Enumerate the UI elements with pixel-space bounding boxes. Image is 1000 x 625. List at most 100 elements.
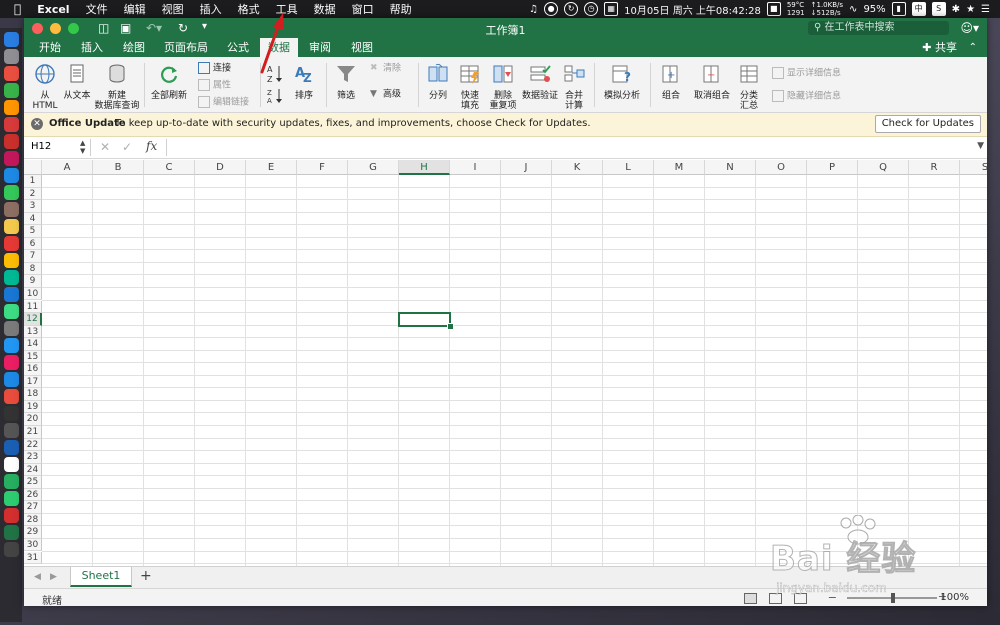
- bluetooth-icon[interactable]: ✱: [952, 4, 960, 15]
- share-button[interactable]: ✚ 共享: [922, 38, 957, 57]
- dock-app-icon[interactable]: [3, 525, 19, 540]
- check-for-updates-button[interactable]: Check for Updates: [874, 115, 981, 133]
- row-header[interactable]: 31: [24, 551, 42, 565]
- network-stats[interactable]: ↑1.0KB/s ↓512B/s: [811, 1, 843, 17]
- row-header[interactable]: 30: [24, 538, 42, 552]
- smiley-feedback-icon[interactable]: ☺▾: [960, 21, 979, 35]
- cancel-entry-icon[interactable]: ✕: [100, 140, 110, 154]
- dock-app-icon[interactable]: [3, 287, 19, 302]
- subtotal-button[interactable]: 分类 汇总: [736, 63, 762, 111]
- sort-button[interactable]: AZ 排序: [290, 63, 318, 101]
- column-header[interactable]: K: [552, 160, 603, 175]
- row-header[interactable]: 12: [24, 313, 42, 326]
- row-header[interactable]: 18: [24, 388, 42, 401]
- dock-app-icon[interactable]: [3, 389, 19, 404]
- ungroup-button[interactable]: − 取消组合: [692, 63, 732, 101]
- row-header[interactable]: 22: [24, 438, 42, 452]
- menu-edit[interactable]: 编辑: [116, 1, 154, 17]
- name-box-stepper-icon[interactable]: ▲ ▼: [80, 139, 85, 155]
- column-header[interactable]: G: [348, 160, 399, 175]
- menu-format[interactable]: 格式: [230, 1, 268, 17]
- row-header[interactable]: 15: [24, 350, 42, 364]
- column-header[interactable]: B: [93, 160, 144, 175]
- stats-icon[interactable]: ■: [766, 2, 781, 16]
- row-header[interactable]: 19: [24, 400, 42, 414]
- sheet-tab[interactable]: Sheet1: [70, 567, 132, 587]
- row-header[interactable]: 23: [24, 451, 42, 464]
- menu-window[interactable]: 窗口: [344, 1, 382, 17]
- sougou-icon[interactable]: S: [931, 2, 946, 16]
- normal-view-icon[interactable]: [744, 593, 757, 604]
- dock-app-icon[interactable]: [3, 253, 19, 268]
- dock-app-icon[interactable]: [3, 491, 19, 506]
- remove-duplicates-button[interactable]: 删除 重复项: [488, 63, 518, 111]
- dock-app-icon[interactable]: [3, 423, 19, 438]
- tab-draw[interactable]: 绘图: [116, 38, 152, 57]
- row-header[interactable]: 24: [24, 463, 42, 477]
- row-header[interactable]: 4: [24, 212, 42, 226]
- tab-review[interactable]: 审阅: [302, 38, 338, 57]
- tab-formulas[interactable]: 公式: [220, 38, 256, 57]
- menu-help[interactable]: 帮助: [382, 1, 420, 17]
- hide-detail-button[interactable]: 隐藏详细信息: [772, 90, 841, 103]
- column-header[interactable]: Q: [858, 160, 909, 175]
- row-header[interactable]: 8: [24, 262, 42, 276]
- column-header[interactable]: S: [960, 160, 987, 175]
- column-header[interactable]: R: [909, 160, 960, 175]
- row-header[interactable]: 13: [24, 325, 42, 339]
- dismiss-update-icon[interactable]: ✕: [31, 118, 43, 130]
- connections-button[interactable]: 连接: [198, 62, 231, 75]
- row-header[interactable]: 5: [24, 225, 42, 238]
- add-sheet-button[interactable]: +: [140, 568, 152, 584]
- row-header[interactable]: 7: [24, 250, 42, 263]
- column-header[interactable]: M: [654, 160, 705, 175]
- wifi-icon[interactable]: ∿: [849, 4, 857, 15]
- dock-app-icon[interactable]: [3, 270, 19, 285]
- column-header[interactable]: I: [450, 160, 501, 175]
- data-validation-button[interactable]: 数据验证: [520, 63, 560, 101]
- insert-function-button[interactable]: fx: [146, 139, 157, 153]
- row-header[interactable]: 6: [24, 237, 42, 251]
- dock-app-icon[interactable]: [3, 32, 19, 47]
- tab-data[interactable]: 数据: [260, 38, 298, 57]
- properties-button[interactable]: 属性: [198, 79, 231, 92]
- dock-app-icon[interactable]: [3, 542, 19, 557]
- show-detail-button[interactable]: 显示详细信息: [772, 67, 841, 80]
- menu-list-icon[interactable]: ☰: [981, 4, 990, 15]
- dock-app-icon[interactable]: [3, 134, 19, 149]
- dock-app-icon[interactable]: [3, 66, 19, 81]
- battery-icon[interactable]: ▮: [891, 2, 906, 16]
- apple-menu-icon[interactable]: : [0, 2, 29, 16]
- menu-view[interactable]: 视图: [154, 1, 192, 17]
- dock-app-icon[interactable]: [3, 440, 19, 455]
- menu-data[interactable]: 数据: [306, 1, 344, 17]
- row-header[interactable]: 29: [24, 526, 42, 539]
- music-icon[interactable]: ♫: [529, 4, 538, 15]
- new-database-query-button[interactable]: 新建 数据库查询: [94, 63, 140, 111]
- row-header[interactable]: 26: [24, 488, 42, 502]
- column-header[interactable]: F: [297, 160, 348, 175]
- dock-app-icon[interactable]: [3, 321, 19, 336]
- dock-app-icon[interactable]: [3, 83, 19, 98]
- clear-filter-button[interactable]: ✖ 清除: [370, 63, 401, 75]
- text-to-columns-button[interactable]: 分列: [424, 63, 452, 101]
- dock-app-icon[interactable]: [3, 168, 19, 183]
- clock-icon[interactable]: ◷: [584, 2, 599, 16]
- row-header[interactable]: 21: [24, 426, 42, 439]
- tab-insert[interactable]: 插入: [74, 38, 110, 57]
- star-icon[interactable]: ★: [966, 4, 975, 15]
- row-header[interactable]: 28: [24, 513, 42, 527]
- tab-home[interactable]: 开始: [32, 38, 68, 57]
- battery-percent[interactable]: 95%: [863, 4, 885, 15]
- dock-app-icon[interactable]: [3, 372, 19, 387]
- from-html-button[interactable]: 从 HTML: [30, 63, 60, 111]
- tab-page-layout[interactable]: 页面布局: [158, 38, 214, 57]
- menu-insert[interactable]: 插入: [192, 1, 230, 17]
- row-header[interactable]: 11: [24, 300, 42, 314]
- row-header[interactable]: 1: [24, 175, 42, 188]
- tab-view[interactable]: 视图: [344, 38, 380, 57]
- column-header[interactable]: P: [807, 160, 858, 175]
- prev-sheet-icon[interactable]: ◀: [34, 572, 41, 582]
- next-sheet-icon[interactable]: ▶: [50, 572, 57, 582]
- row-header[interactable]: 27: [24, 501, 42, 514]
